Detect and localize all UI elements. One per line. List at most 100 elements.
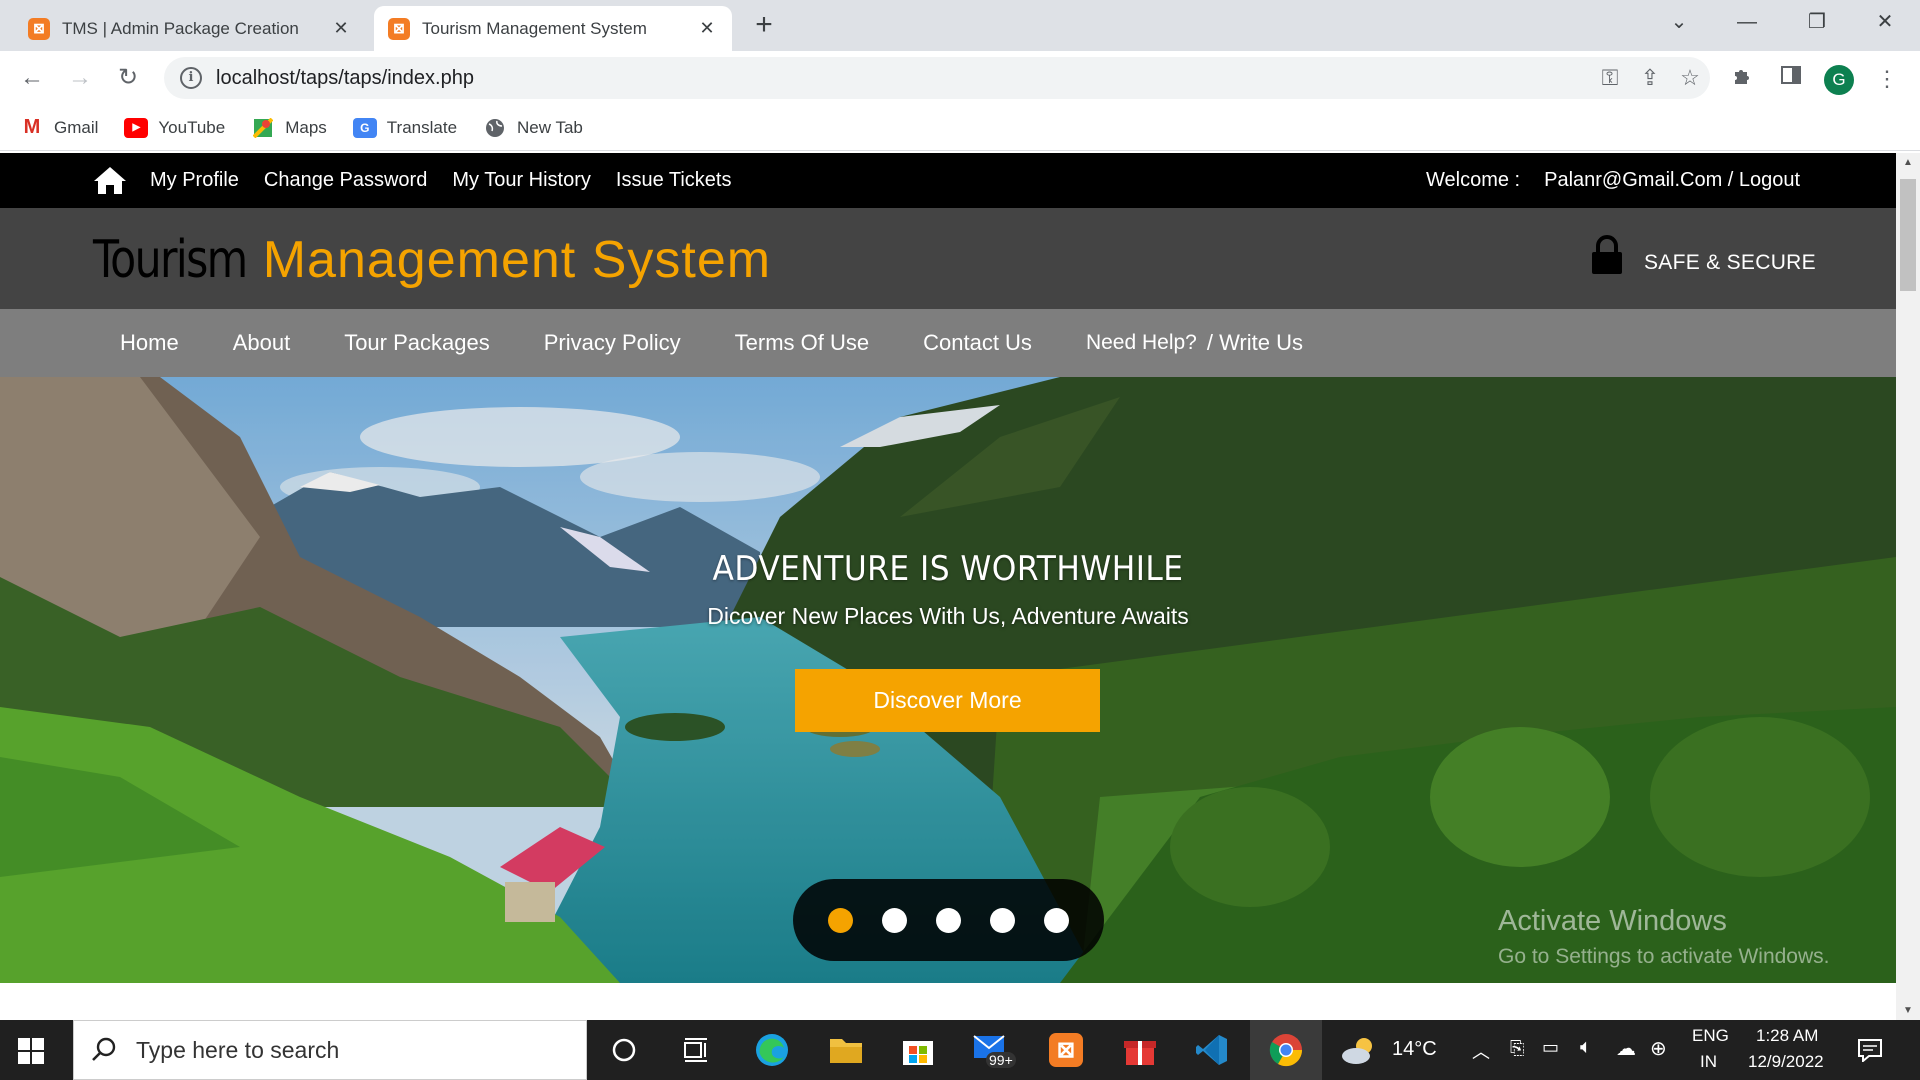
my-profile-link[interactable]: My Profile: [150, 169, 239, 192]
site-logo[interactable]: Tourism Management System: [93, 230, 771, 290]
bookmark-label: Translate: [386, 117, 458, 137]
bookmark-gmail[interactable]: M Gmail: [20, 116, 99, 138]
brand-header: Tourism Management System SAFE & SECURE: [0, 208, 1896, 309]
language-code[interactable]: ENG: [1692, 1026, 1729, 1046]
edge-browser-icon[interactable]: [752, 1030, 792, 1070]
my-tour-history-link[interactable]: My Tour History: [452, 169, 591, 192]
hero-title: ADVENTURE IS WORTHWHILE: [712, 549, 1184, 589]
site-info-icon[interactable]: i: [180, 67, 202, 89]
bookmark-label: New Tab: [517, 117, 583, 137]
xampp-favicon-icon: ⊠: [388, 17, 410, 40]
xampp-favicon-icon: ⊠: [28, 17, 50, 40]
home-icon[interactable]: [93, 165, 127, 195]
file-explorer-icon[interactable]: [826, 1030, 866, 1070]
bookmark-translate[interactable]: G Translate: [352, 117, 458, 138]
bookmark-maps[interactable]: Maps: [251, 117, 327, 138]
onedrive-cloud-icon[interactable]: ☁: [1616, 1036, 1636, 1061]
logo-part1: Tourism: [93, 230, 248, 290]
share-icon[interactable]: ⇪: [1630, 65, 1670, 91]
clock-date[interactable]: 12/9/2022: [1748, 1052, 1824, 1072]
reload-button[interactable]: ↻: [112, 62, 144, 94]
bookmark-youtube[interactable]: ▶ YouTube: [124, 117, 226, 138]
write-us-link[interactable]: / Write Us: [1207, 330, 1303, 356]
bookmarks-bar: M Gmail ▶ YouTube Maps G Translate New T…: [0, 105, 1920, 151]
show-hidden-icons-chevron-icon[interactable]: ︿: [1472, 1038, 1490, 1064]
slide-dot-3[interactable]: [936, 907, 961, 933]
extensions-puzzle-icon[interactable]: [1728, 64, 1758, 94]
activate-windows-watermark: Activate Windows: [1498, 905, 1727, 937]
nav-privacy-policy[interactable]: Privacy Policy: [544, 330, 681, 356]
slide-dot-5[interactable]: [1044, 907, 1069, 933]
scroll-thumb[interactable]: [1900, 179, 1916, 291]
nav-contact-us[interactable]: Contact Us: [923, 330, 1032, 356]
nav-about[interactable]: About: [233, 330, 291, 356]
user-logout-link[interactable]: Palanr@Gmail.Com / Logout: [1544, 169, 1800, 192]
weather-icon[interactable]: [1340, 1030, 1380, 1070]
close-window-button[interactable]: ✕: [1862, 6, 1908, 38]
slide-dot-1[interactable]: [828, 907, 853, 933]
taskbar-search-box[interactable]: Type here to search: [73, 1020, 587, 1080]
browser-toolbar: ← → ↻ i localhost/taps/taps/index.php ⚿ …: [0, 51, 1920, 105]
change-password-link[interactable]: Change Password: [264, 169, 427, 192]
meet-now-icon[interactable]: ⎘: [1510, 1038, 1524, 1059]
gift-app-icon[interactable]: [1120, 1030, 1160, 1070]
nav-home[interactable]: Home: [120, 330, 179, 356]
volume-icon[interactable]: 🔈︎: [1580, 1036, 1592, 1059]
url-text[interactable]: localhost/taps/taps/index.php: [216, 67, 1590, 90]
close-tab-icon[interactable]: ✕: [696, 18, 718, 39]
minimize-button[interactable]: —: [1724, 6, 1770, 38]
forward-button[interactable]: →: [64, 62, 96, 94]
profile-avatar[interactable]: G: [1824, 65, 1854, 95]
search-placeholder: Type here to search: [136, 1036, 340, 1063]
top-links: My Profile Change Password My Tour Histo…: [150, 153, 757, 208]
bookmark-star-icon[interactable]: ☆: [1670, 65, 1710, 91]
cortana-icon[interactable]: [604, 1030, 644, 1070]
language-region[interactable]: IN: [1700, 1052, 1717, 1072]
safe-secure-label: SAFE & SECURE: [1644, 251, 1816, 274]
address-bar[interactable]: i localhost/taps/taps/index.php ⚿ ⇪ ☆: [164, 57, 1710, 99]
mail-icon[interactable]: 99+: [972, 1030, 1016, 1070]
side-panel-icon[interactable]: [1776, 64, 1806, 94]
clock-time[interactable]: 1:28 AM: [1756, 1026, 1818, 1046]
back-button[interactable]: ←: [16, 62, 48, 94]
nav-tour-packages[interactable]: Tour Packages: [344, 330, 490, 356]
chrome-icon[interactable]: [1266, 1030, 1306, 1070]
globe-icon: [483, 118, 507, 138]
slide-dot-4[interactable]: [990, 907, 1015, 933]
search-icon: [92, 1037, 116, 1061]
task-view-icon[interactable]: [676, 1030, 716, 1070]
tab-title: TMS | Admin Package Creation: [62, 18, 299, 38]
tab-admin-package[interactable]: ⊠ TMS | Admin Package Creation ✕: [14, 6, 366, 51]
translate-icon: G: [352, 117, 377, 138]
page-scrollbar[interactable]: ▲ ▼: [1896, 153, 1920, 1020]
windows-start-icon[interactable]: [18, 1038, 44, 1064]
discover-more-button[interactable]: Discover More: [795, 669, 1100, 732]
main-navigation: Home About Tour Packages Privacy Policy …: [0, 309, 1896, 377]
slide-dot-2[interactable]: [882, 907, 907, 933]
scroll-down-icon[interactable]: ▼: [1896, 1005, 1920, 1016]
weather-temperature[interactable]: 14°C: [1392, 1038, 1437, 1061]
tab-search-chevron-icon[interactable]: ⌄: [1656, 6, 1702, 38]
new-tab-button[interactable]: +: [748, 10, 780, 42]
vscode-icon[interactable]: [1192, 1030, 1232, 1070]
hero-slider: ADVENTURE IS WORTHWHILE Dicover New Plac…: [0, 377, 1896, 983]
close-tab-icon[interactable]: ✕: [330, 18, 352, 39]
slider-pagination: [793, 879, 1104, 961]
battery-icon[interactable]: ▭: [1542, 1037, 1559, 1058]
browser-menu-icon[interactable]: ⋮: [1872, 64, 1902, 94]
issue-tickets-link[interactable]: Issue Tickets: [616, 169, 732, 192]
restore-button[interactable]: ❐: [1794, 6, 1840, 38]
scroll-up-icon[interactable]: ▲: [1896, 157, 1920, 168]
password-key-icon[interactable]: ⚿: [1590, 65, 1630, 91]
nav-terms-of-use[interactable]: Terms Of Use: [735, 330, 869, 356]
notification-center-icon[interactable]: [1850, 1030, 1890, 1070]
microsoft-store-icon[interactable]: [898, 1030, 938, 1070]
tab-tourism-management[interactable]: ⊠ Tourism Management System ✕: [374, 6, 732, 51]
bookmark-new-tab[interactable]: New Tab: [483, 118, 583, 138]
bookmark-label: YouTube: [158, 117, 226, 137]
xampp-icon[interactable]: ⊠: [1046, 1030, 1086, 1070]
need-help-label: Need Help?: [1085, 331, 1197, 354]
network-globe-icon[interactable]: ⊕: [1650, 1036, 1667, 1061]
youtube-icon: ▶: [124, 117, 149, 138]
windows-taskbar: Type here to search 99+ ⊠ 14°C ︿ ⎘ ▭ 🔈︎ …: [0, 1020, 1920, 1080]
